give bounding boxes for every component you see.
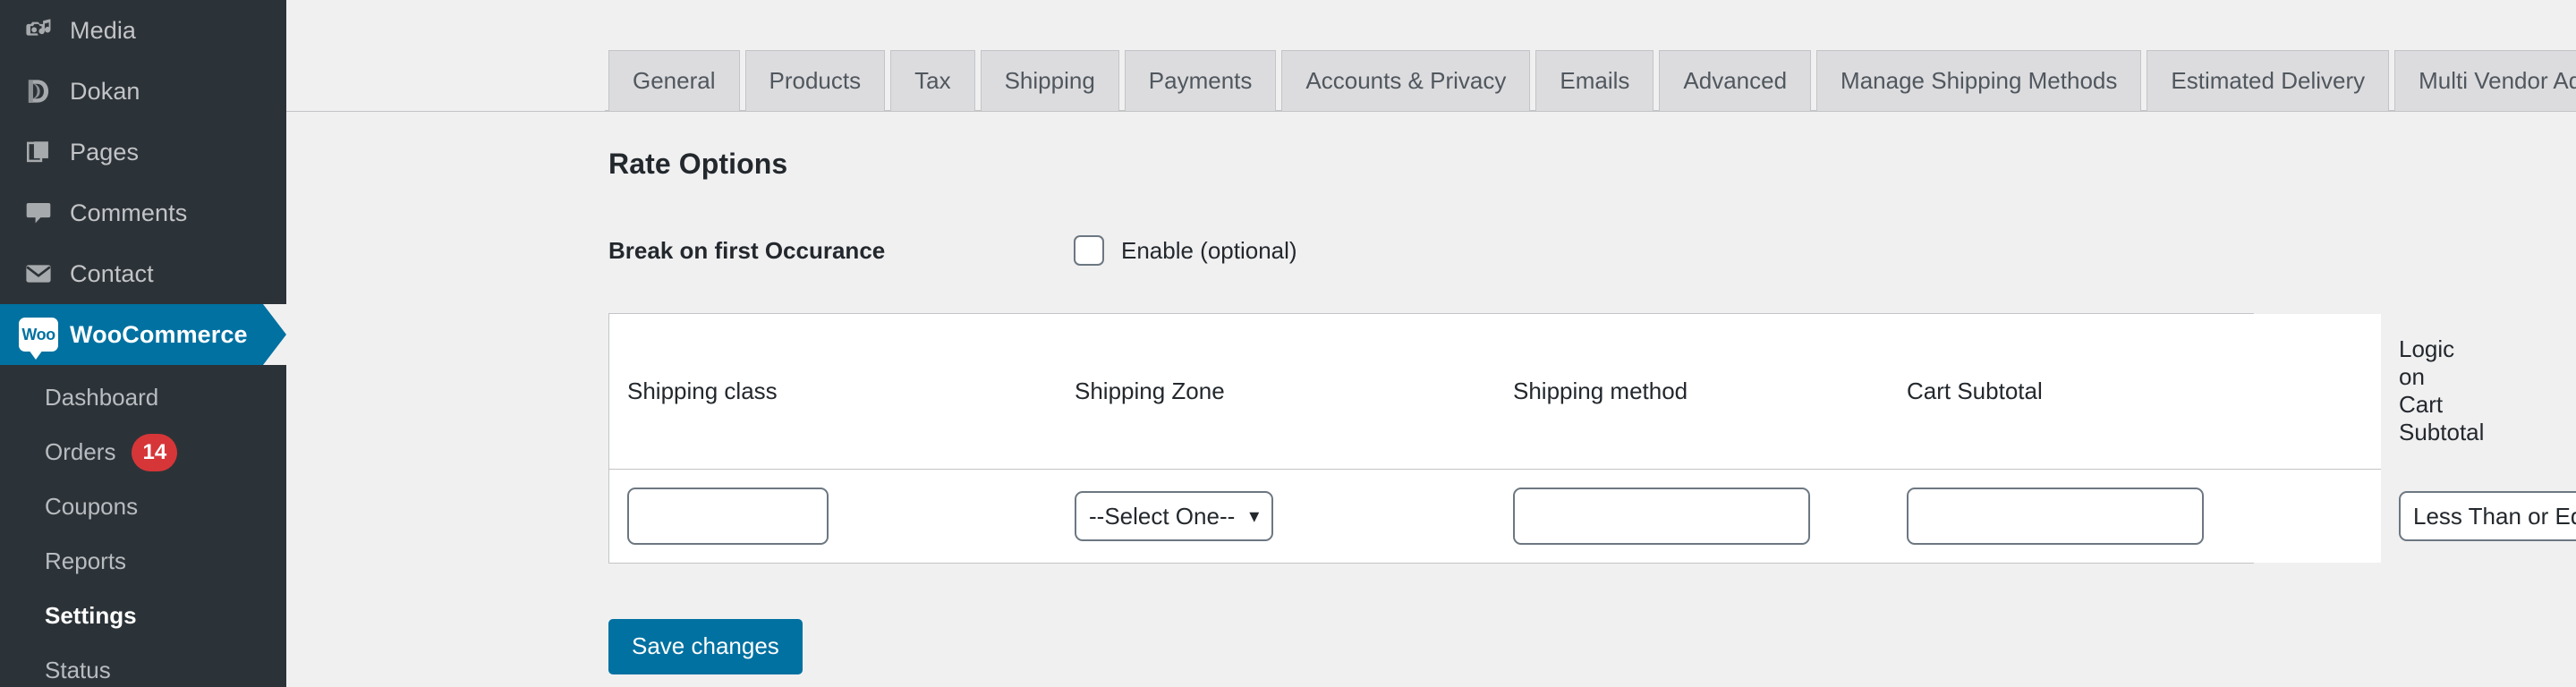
enable-optional-label: Enable (optional) [1121, 236, 1297, 264]
tab-accounts-privacy[interactable]: Accounts & Privacy [1281, 49, 1531, 111]
break-on-first-occurance-label: Break on first Occurance [608, 236, 886, 264]
main-content: General Products Tax Shipping Payments A… [286, 0, 2576, 687]
tab-emails[interactable]: Emails [1535, 49, 1654, 111]
sidebar-subitem-orders[interactable]: Orders 14 [0, 425, 286, 479]
sidebar-subitem-dashboard[interactable]: Dashboard [0, 370, 286, 425]
enable-optional-field: Enable (optional) [1074, 235, 1297, 266]
cell-cart-subtotal [1889, 469, 2381, 563]
tab-label: Manage Shipping Methods [1841, 66, 2118, 94]
cell-shipping-zone: --Select One-- ▾ [1057, 469, 1495, 563]
contact-icon [13, 259, 64, 289]
sidebar-item-label: Contact [70, 259, 154, 287]
table-header-row: Shipping class Shipping Zone Shipping me… [609, 314, 2484, 470]
sidebar-item-label: WooCommerce [70, 320, 248, 348]
tab-general[interactable]: General [608, 49, 740, 111]
sidebar-item-pages[interactable]: Pages [0, 122, 286, 182]
woo-mark-text: Woo [21, 326, 55, 344]
sidebar-subitem-settings[interactable]: Settings [0, 589, 286, 643]
comments-icon [13, 198, 64, 228]
tab-shipping[interactable]: Shipping [980, 49, 1119, 111]
pages-icon [13, 138, 64, 166]
table-header: Shipping class Shipping Zone Shipping me… [609, 314, 2484, 470]
tab-label: Accounts & Privacy [1305, 66, 1507, 94]
settings-tab-bar: General Products Tax Shipping Payments A… [286, 0, 2576, 112]
tab-tax[interactable]: Tax [890, 49, 975, 111]
save-changes-button[interactable]: Save changes [608, 619, 803, 674]
woocommerce-icon: Woo [13, 318, 64, 360]
page-title: Rate Options [608, 148, 788, 180]
tab-manage-shipping-methods[interactable]: Manage Shipping Methods [1816, 49, 2142, 111]
tab-label: General [633, 66, 716, 94]
tab-multi-vendor-addon[interactable]: Multi Vendor Addon [2394, 49, 2576, 111]
cart-subtotal-input[interactable] [1907, 488, 2204, 545]
sidebar-subitem-label: Status [45, 657, 111, 683]
break-on-first-occurance-checkbox[interactable] [1074, 235, 1104, 266]
sidebar-subitem-reports[interactable]: Reports [0, 534, 286, 589]
tab-label: Multi Vendor Addon [2419, 66, 2576, 94]
shipping-class-input[interactable] [627, 488, 829, 545]
tab-label: Advanced [1683, 66, 1788, 94]
sidebar-subitem-label: Dashboard [45, 384, 159, 411]
tab-estimated-delivery[interactable]: Estimated Delivery [2147, 49, 2390, 111]
admin-screen: Media Dokan Pages Comments Contact Woo W… [0, 0, 2576, 687]
logic-on-cart-subtotal-select[interactable]: Less Than or Equal to ▾ [2399, 491, 2576, 541]
sidebar-item-contact[interactable]: Contact [0, 243, 286, 304]
dokan-icon [13, 75, 64, 107]
sidebar-item-woocommerce[interactable]: Woo WooCommerce [0, 304, 286, 365]
table-body: --Select One-- ▾ Less Than or E [609, 469, 2576, 563]
table-row: --Select One-- ▾ Less Than or E [609, 469, 2576, 563]
sidebar-item-label: Media [70, 16, 137, 44]
sidebar-subitem-label: Coupons [45, 493, 139, 520]
logic-selected-value: Less Than or Equal to [2413, 502, 2576, 530]
sidebar-item-label: Pages [70, 138, 140, 165]
admin-sidebar: Media Dokan Pages Comments Contact Woo W… [0, 0, 286, 687]
sidebar-subitem-coupons[interactable]: Coupons [0, 479, 286, 534]
tab-advanced[interactable]: Advanced [1659, 49, 1812, 111]
sidebar-subitem-label: Orders [45, 438, 116, 465]
cell-shipping-method [1495, 469, 1889, 563]
sidebar-submenu-woocommerce: Dashboard Orders 14 Coupons Reports Sett… [0, 365, 286, 687]
shipping-zone-select[interactable]: --Select One-- ▾ [1075, 491, 1274, 541]
sidebar-subitem-label: Settings [45, 602, 137, 629]
chevron-down-icon: ▾ [1249, 505, 1260, 527]
tab-label: Estimated Delivery [2171, 66, 2366, 94]
tab-label: Products [769, 66, 862, 94]
tab-label: Payments [1148, 66, 1253, 94]
sidebar-item-comments[interactable]: Comments [0, 182, 286, 243]
sidebar-subitem-label: Reports [45, 547, 127, 574]
tab-label: Emails [1560, 66, 1630, 94]
column-header-cart-subtotal: Cart Subtotal [1889, 314, 2381, 470]
break-on-first-occurance-row: Break on first Occurance Enable (optiona… [608, 233, 2576, 268]
tab-label: Tax [914, 66, 951, 94]
column-header-shipping-method: Shipping method [1495, 314, 1889, 470]
sidebar-main-menu: Media Dokan Pages Comments Contact Woo W… [0, 0, 286, 687]
sidebar-item-label: Dokan [70, 77, 140, 105]
sidebar-item-dokan[interactable]: Dokan [0, 61, 286, 122]
sidebar-item-media[interactable]: Media [0, 0, 286, 61]
sidebar-subitem-status[interactable]: Status [0, 643, 286, 687]
tab-label: Shipping [1004, 66, 1095, 94]
tab-payments[interactable]: Payments [1124, 49, 1277, 111]
rate-options-table: Shipping class Shipping Zone Shipping me… [609, 314, 2576, 563]
orders-count-badge: 14 [132, 433, 178, 471]
shipping-method-input[interactable] [1513, 488, 1810, 545]
sidebar-item-label: Comments [70, 199, 188, 226]
column-header-shipping-zone: Shipping Zone [1057, 314, 1495, 470]
column-header-shipping-class: Shipping class [609, 314, 1057, 470]
rate-options-table-container: Shipping class Shipping Zone Shipping me… [608, 313, 2576, 564]
media-icon [13, 15, 64, 46]
tab-products[interactable]: Products [744, 49, 886, 111]
shipping-zone-selected-value: --Select One-- [1089, 502, 1236, 530]
cell-shipping-class [609, 469, 1057, 563]
